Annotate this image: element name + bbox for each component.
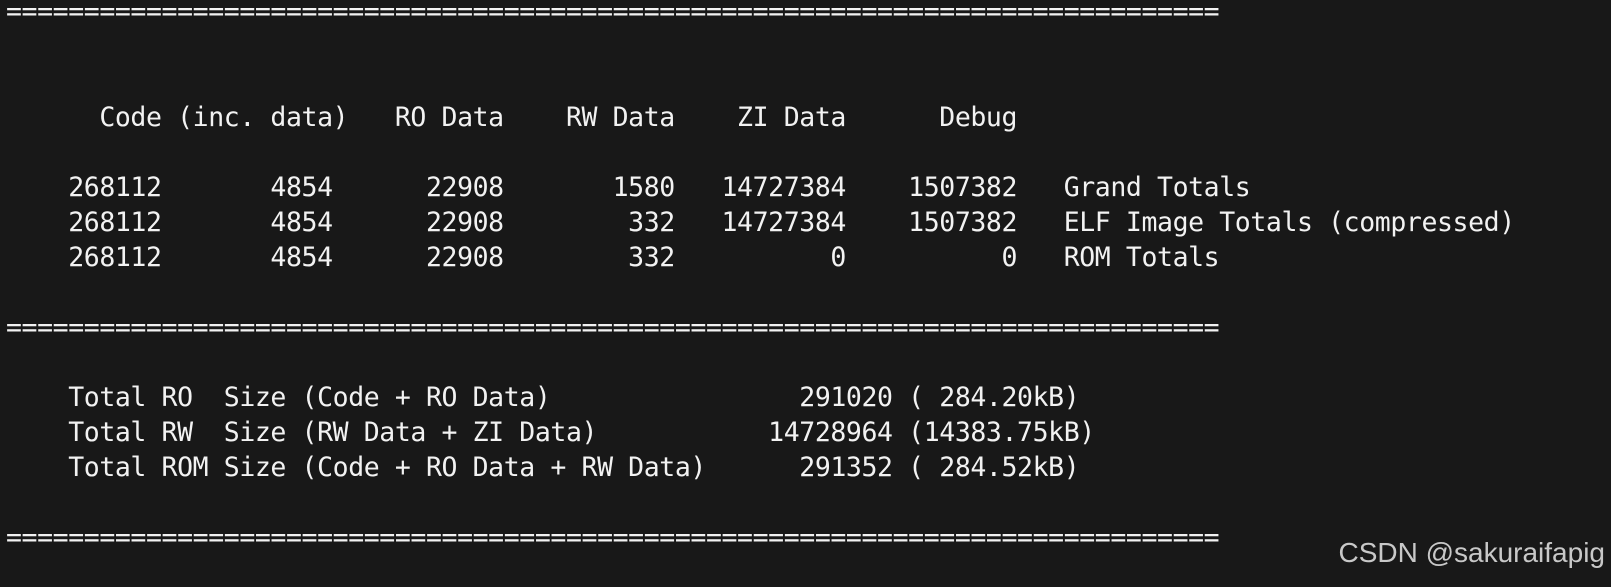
totals-row-elf-image: 268112 4854 22908 332 14727384 1507382 E… — [6, 207, 1515, 238]
summary-line-rw-size: Total RW Size (RW Data + ZI Data) 147289… — [6, 417, 1095, 448]
watermark-text: CSDN @sakuraifapig — [1338, 537, 1605, 568]
terminal-output: ========================================… — [6, 0, 1606, 587]
totals-row-grand: 268112 4854 22908 1580 14727384 1507382 … — [6, 172, 1251, 203]
separator-middle: ========================================… — [6, 312, 1220, 343]
column-header-line: Code (inc. data) RO Data RW Data ZI Data… — [6, 102, 1018, 133]
separator-bottom: ========================================… — [6, 522, 1220, 553]
totals-row-rom: 268112 4854 22908 332 0 0 ROM Totals — [6, 242, 1220, 273]
summary-line-ro-size: Total RO Size (Code + RO Data) 291020 ( … — [6, 382, 1080, 413]
separator-top: ========================================… — [6, 0, 1220, 27]
summary-line-rom-size: Total ROM Size (Code + RO Data + RW Data… — [6, 452, 1080, 483]
